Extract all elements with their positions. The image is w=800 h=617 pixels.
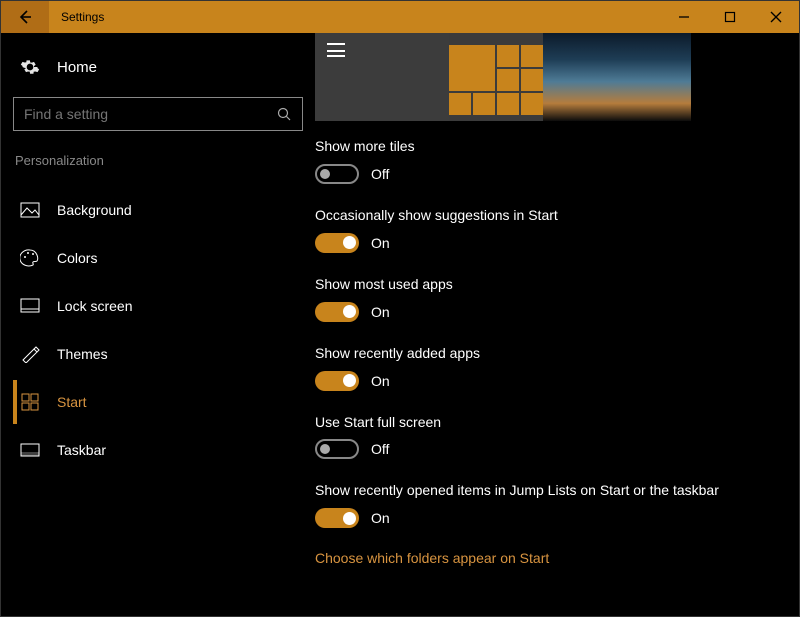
toggle-state: On — [371, 304, 390, 320]
maximize-button[interactable] — [707, 1, 753, 33]
sidebar-item-label: Start — [57, 394, 87, 410]
close-button[interactable] — [753, 1, 799, 33]
setting-most-used: Show most used apps On — [315, 275, 779, 322]
toggle-most-used[interactable] — [315, 302, 359, 322]
setting-label: Show recently opened items in Jump Lists… — [315, 481, 779, 500]
sidebar-item-label: Taskbar — [57, 442, 106, 458]
category-label: Personalization — [13, 153, 303, 168]
toggle-full-screen[interactable] — [315, 439, 359, 459]
sidebar-item-label: Lock screen — [57, 298, 132, 314]
search-input[interactable] — [24, 106, 276, 122]
toggle-show-more-tiles[interactable] — [315, 164, 359, 184]
toggle-state: On — [371, 510, 390, 526]
gear-icon — [19, 57, 41, 77]
titlebar: Settings — [1, 1, 799, 33]
toggle-state: On — [371, 373, 390, 389]
setting-jump-lists: Show recently opened items in Jump Lists… — [315, 481, 779, 528]
sidebar-item-colors[interactable]: Colors — [13, 236, 303, 280]
toggle-state: Off — [371, 166, 389, 182]
back-button[interactable] — [1, 1, 49, 33]
setting-label: Show more tiles — [315, 137, 779, 156]
setting-label: Show most used apps — [315, 275, 779, 294]
arrow-left-icon — [17, 9, 33, 25]
lockscreen-icon — [19, 298, 41, 314]
choose-folders-link[interactable]: Choose which folders appear on Start — [315, 550, 779, 566]
setting-full-screen: Use Start full screen Off — [315, 413, 779, 460]
hamburger-icon — [327, 43, 345, 55]
toggle-state: Off — [371, 441, 389, 457]
minimize-button[interactable] — [661, 1, 707, 33]
sidebar-item-lockscreen[interactable]: Lock screen — [13, 284, 303, 328]
main-content: Show more tiles Off Occasionally show su… — [315, 33, 799, 617]
sidebar-item-background[interactable]: Background — [13, 188, 303, 232]
setting-label: Show recently added apps — [315, 344, 779, 363]
maximize-icon — [724, 11, 736, 23]
home-label: Home — [57, 59, 97, 76]
minimize-icon — [678, 11, 690, 23]
setting-label: Occasionally show suggestions in Start — [315, 206, 779, 225]
search-box[interactable] — [13, 97, 303, 131]
toggle-recently-added[interactable] — [315, 371, 359, 391]
sidebar: Home Personalization Background Colors L… — [1, 33, 315, 617]
sidebar-item-themes[interactable]: Themes — [13, 332, 303, 376]
start-preview — [315, 33, 691, 121]
start-icon — [19, 393, 41, 411]
setting-recently-added: Show recently added apps On — [315, 344, 779, 391]
toggle-state: On — [371, 235, 390, 251]
taskbar-icon — [19, 443, 41, 457]
close-icon — [770, 11, 782, 23]
setting-suggestions: Occasionally show suggestions in Start O… — [315, 206, 779, 253]
setting-show-more-tiles: Show more tiles Off — [315, 137, 779, 184]
sidebar-item-taskbar[interactable]: Taskbar — [13, 428, 303, 472]
search-icon — [276, 106, 292, 122]
sidebar-item-start[interactable]: Start — [13, 380, 303, 424]
sidebar-item-label: Background — [57, 202, 132, 218]
sidebar-item-label: Themes — [57, 346, 108, 362]
toggle-suggestions[interactable] — [315, 233, 359, 253]
palette-icon — [19, 249, 41, 267]
home-button[interactable]: Home — [13, 51, 303, 83]
window-title: Settings — [49, 10, 104, 24]
themes-icon — [19, 345, 41, 363]
setting-label: Use Start full screen — [315, 413, 779, 432]
toggle-jump-lists[interactable] — [315, 508, 359, 528]
image-icon — [19, 202, 41, 218]
sidebar-item-label: Colors — [57, 250, 97, 266]
